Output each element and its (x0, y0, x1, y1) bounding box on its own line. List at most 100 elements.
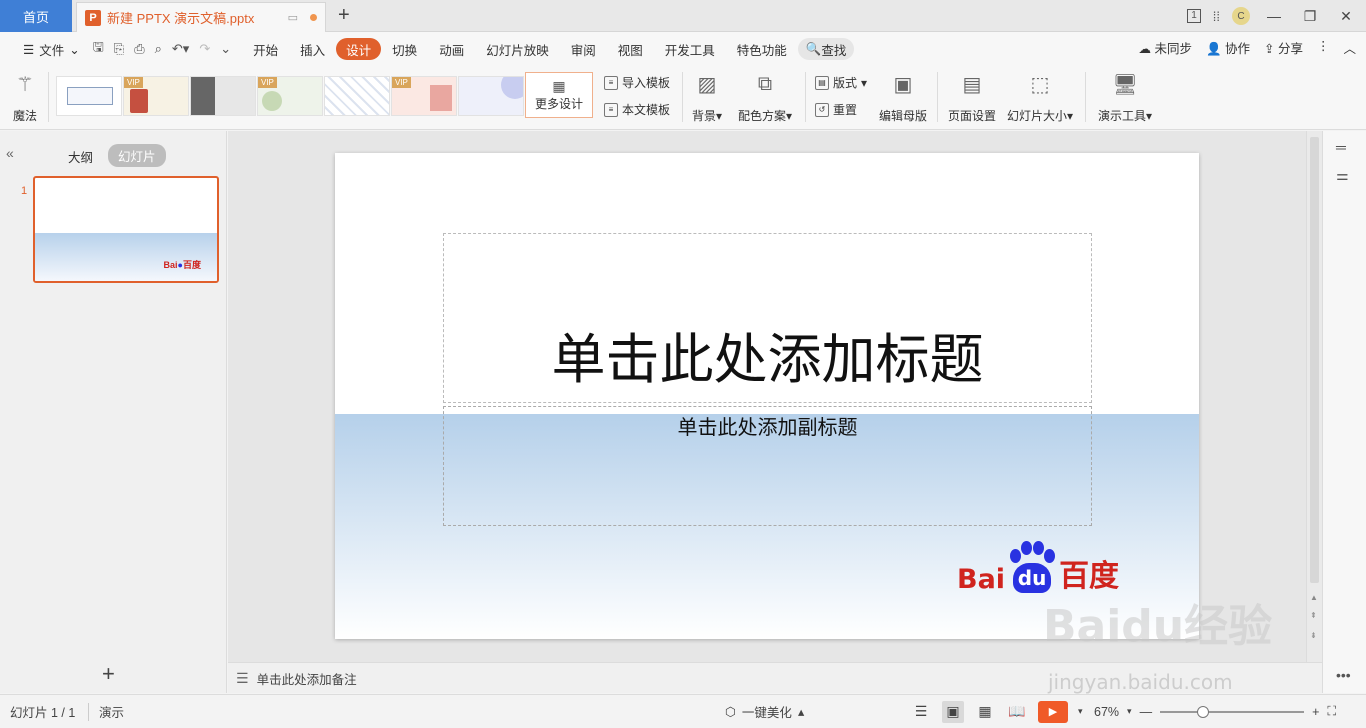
tab-transitions[interactable]: 切换 (381, 38, 428, 60)
search-button[interactable]: 🔍 查找 (797, 38, 855, 60)
share-label: 分享 (1277, 42, 1303, 56)
subtitle-placeholder[interactable]: 单击此处添加副标题 (443, 406, 1092, 526)
reading-view-icon[interactable]: 📖 (1006, 701, 1028, 723)
ribbon: ⚚ 魔法 VIP VIP VIP ▦ 更多设计 ≡ 导入模板 ≡ 本文模板 ▨ … (0, 66, 1366, 130)
more-design-button[interactable]: ▦ 更多设计 (525, 72, 593, 118)
minimize-icon[interactable]: — (1262, 8, 1286, 24)
notes-icon: ☰ (236, 669, 249, 686)
export-pdf-icon[interactable]: ⎘ (109, 41, 129, 57)
chevron-down-icon: ⌄ (69, 42, 80, 57)
tab-slides[interactable]: 幻灯片 (108, 144, 166, 167)
print-preview-icon[interactable]: ⌕ (150, 41, 167, 57)
magic-wand-icon: ⚚ (16, 73, 34, 96)
close-icon[interactable]: ✕ (1334, 8, 1358, 25)
zoom-slider-knob[interactable] (1197, 705, 1210, 718)
design-template-3[interactable] (190, 76, 256, 116)
beautify-button[interactable]: ⬡ 一键美化 ▴ (725, 702, 804, 721)
restore-icon[interactable]: ❐ (1298, 8, 1322, 25)
scroll-up-icon[interactable]: ▲ (1310, 593, 1318, 602)
design-template-2[interactable]: VIP (123, 76, 189, 116)
monitor-icon[interactable]: ▭ (288, 11, 298, 24)
print-icon[interactable]: ⎙ (129, 41, 149, 57)
present-tools-label: 演示工具▾ (1097, 109, 1153, 123)
normal-view-icon[interactable]: ▣ (942, 700, 964, 723)
slide-number: 1 (21, 185, 28, 197)
collapse-ribbon-icon[interactable]: ︿ (1343, 38, 1356, 57)
tab-insert[interactable]: 插入 (289, 38, 336, 60)
page-setup-button[interactable]: ▤ 页面设置 (945, 72, 999, 124)
design-template-4[interactable]: VIP (257, 76, 323, 116)
slide[interactable]: 单击此处添加标题 单击此处添加副标题 Bai du 百度 (335, 153, 1199, 639)
present-tools-button[interactable]: 🖥 演示工具▾ (1094, 72, 1156, 124)
collaborate-button[interactable]: 👤 协作 (1206, 38, 1250, 57)
title-placeholder[interactable]: 单击此处添加标题 (443, 233, 1092, 403)
tab-document[interactable]: P 新建 PPTX 演示文稿.pptx ▭ (76, 2, 326, 32)
collapse-panel-icon[interactable]: « (6, 145, 14, 161)
avatar[interactable]: C (1232, 7, 1250, 25)
ribbon-divider (48, 72, 49, 122)
zoom-in-icon[interactable]: + (1312, 705, 1319, 719)
design-template-1[interactable] (56, 76, 122, 116)
scrollbar-thumb[interactable] (1310, 137, 1319, 583)
chevron-down-icon[interactable]: ▾ (1127, 706, 1132, 717)
vertical-scrollbar[interactable]: ▲ ⇞ ⇟ (1306, 131, 1322, 662)
undo-icon[interactable]: ↶▾ (167, 41, 194, 57)
properties-icon[interactable]: ⚌ (1336, 167, 1349, 184)
design-template-5[interactable] (324, 76, 390, 116)
tab-view[interactable]: 视图 (607, 38, 654, 60)
slide-count: 幻灯片 1 / 1 (10, 706, 76, 720)
background-button[interactable]: ▨ 背景▾ (684, 72, 730, 124)
slide-sorter-icon[interactable]: ▦ (974, 701, 996, 723)
present-mode-button[interactable]: 演示 (99, 702, 124, 721)
new-tab-button[interactable]: + (338, 4, 350, 27)
color-scheme-button[interactable]: ⧉ 配色方案▾ (734, 72, 796, 124)
chevron-down-icon[interactable]: ▾ (1078, 706, 1083, 717)
more-icon[interactable]: ••• (1336, 667, 1351, 683)
customize-toolbar-icon[interactable]: ⌄ (215, 41, 236, 57)
save-icon[interactable]: 🖫 (88, 38, 109, 60)
notes-placeholder: 单击此处添加备注 (256, 672, 357, 687)
more-icon[interactable]: ⋮ (1317, 38, 1330, 57)
redo-icon[interactable]: ↷ (194, 41, 215, 57)
tab-design[interactable]: 设计 (336, 38, 382, 60)
zoom-level[interactable]: 67% (1094, 705, 1119, 719)
import-template-button[interactable]: ≡ 导入模板 (604, 74, 670, 91)
tab-home-menu[interactable]: 开始 (242, 38, 289, 60)
this-template-button[interactable]: ≡ 本文模板 (604, 101, 670, 118)
prev-slide-icon[interactable]: ⇞ (1310, 611, 1317, 620)
skin-icon[interactable]: ⁞⁞ (1213, 9, 1220, 24)
share-button[interactable]: ⇪ 分享 (1264, 38, 1303, 57)
tab-home[interactable]: 首页 (0, 0, 72, 32)
sync-button[interactable]: ☁ 未同步 (1138, 38, 1192, 57)
zoom-out-icon[interactable]: — (1140, 705, 1153, 719)
magic-label: 魔法 (12, 109, 37, 123)
tab-special[interactable]: 特色功能 (726, 38, 798, 60)
play-slideshow-button[interactable]: ▶ (1038, 700, 1068, 723)
slide-canvas: 单击此处添加标题 单击此处添加副标题 Bai du 百度 (228, 131, 1306, 662)
background-label: 背景▾ (691, 109, 723, 123)
reset-button[interactable]: ↺ 重置 (815, 101, 857, 118)
slide-size-button[interactable]: ⬚ 幻灯片大小▾ (1004, 72, 1076, 124)
file-menu[interactable]: ☰ 文件 ⌄ (12, 38, 88, 60)
design-template-7[interactable] (458, 76, 524, 116)
edit-master-label: 编辑母版 (878, 109, 927, 123)
tab-review[interactable]: 审阅 (560, 38, 607, 60)
edit-master-button[interactable]: ▣ 编辑母版 (876, 72, 930, 124)
next-slide-icon[interactable]: ⇟ (1310, 631, 1317, 640)
view-switcher: ☰ ▣ ▦ 📖 ▶ ▾ (910, 700, 1083, 723)
tab-outline[interactable]: 大纲 (68, 147, 93, 166)
notes-toggle-icon[interactable]: ☰ (910, 701, 932, 723)
fit-window-icon[interactable]: ⛶ (1327, 704, 1336, 719)
design-template-6[interactable]: VIP (391, 76, 457, 116)
ribbon-divider (682, 72, 683, 122)
window-count-badge[interactable]: 1 (1187, 9, 1201, 23)
this-template-label: 本文模板 (622, 103, 671, 117)
zoom-slider[interactable] (1160, 705, 1305, 718)
tab-slideshow[interactable]: 幻灯片放映 (475, 38, 560, 60)
slide-thumbnail[interactable]: Bai●百度 (33, 176, 219, 283)
layout-button[interactable]: ▤ 版式 ▾ (815, 74, 867, 91)
add-slide-button[interactable]: + (102, 661, 115, 687)
tab-animations[interactable]: 动画 (428, 38, 475, 60)
tab-developer[interactable]: 开发工具 (654, 38, 726, 60)
magic-button[interactable]: ⚚ 魔法 (0, 72, 50, 124)
